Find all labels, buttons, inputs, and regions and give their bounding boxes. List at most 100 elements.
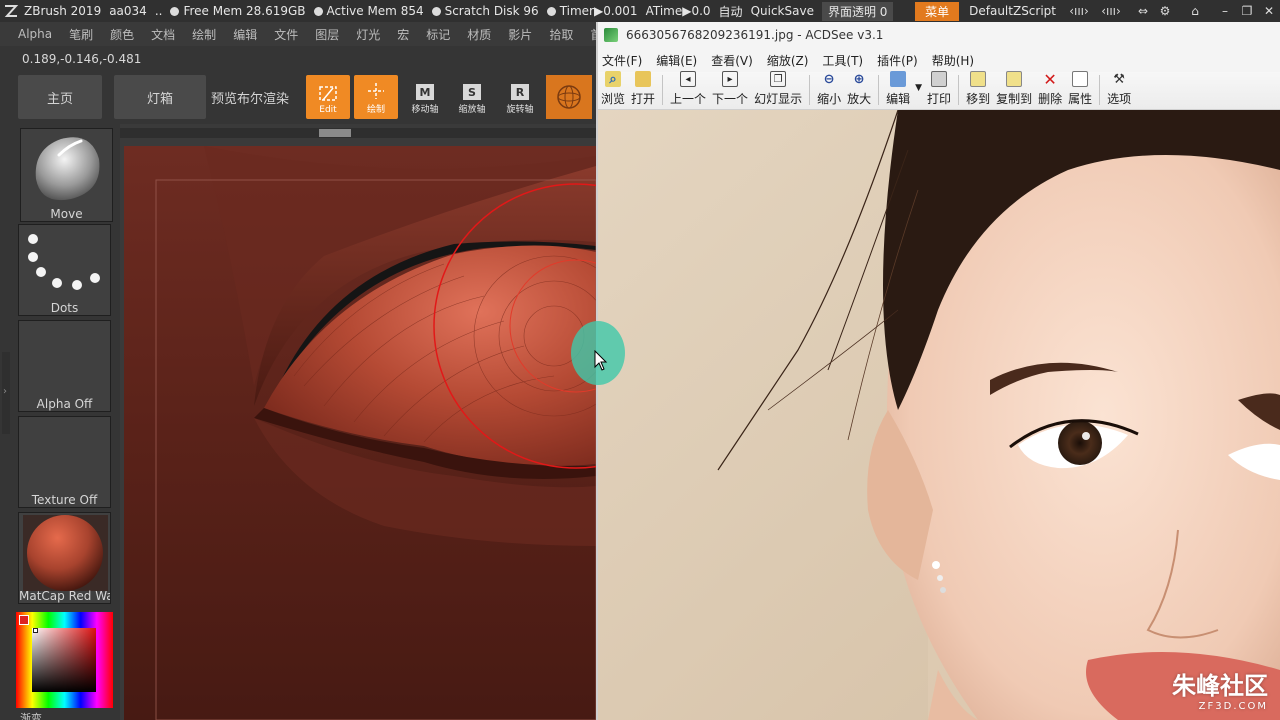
menu-picker[interactable]: 拾取 xyxy=(549,26,573,43)
next-button[interactable]: ▸ 下一个 xyxy=(709,71,751,109)
lightbox-button[interactable]: 灯箱 xyxy=(114,75,206,119)
menu-edit[interactable]: 编辑 xyxy=(233,26,257,43)
zbrush-logo-icon xyxy=(4,5,19,17)
color-picker[interactable] xyxy=(16,612,113,708)
zoom-in-icon: ⊕ xyxy=(853,71,865,87)
lock-icon[interactable]: ⌂ xyxy=(1184,4,1206,18)
doc-name: aa034 xyxy=(109,4,147,18)
stroke-selector[interactable]: Dots xyxy=(18,224,111,316)
acd-menu-tools[interactable]: 工具(T) xyxy=(822,52,863,69)
prev-button[interactable]: ◂ 上一个 xyxy=(667,71,709,109)
swap-icon[interactable]: ⇔ xyxy=(1132,4,1154,18)
sphere-button[interactable] xyxy=(546,75,592,119)
material-label: MatCap Red Wax xyxy=(19,589,110,603)
active-mem: Active Mem 854 xyxy=(313,4,424,18)
menu-macro[interactable]: 宏 xyxy=(397,26,409,43)
copy-to-icon xyxy=(1006,71,1023,87)
restore-icon[interactable]: ❐ xyxy=(1236,4,1258,18)
zbrush-toolbar: 主页 灯箱 预览布尔渲染 Edit 绘制 M 移动轴 S 缩放轴 R 旋转轴 xyxy=(0,72,600,124)
options-icon: ⚒ xyxy=(1113,71,1125,87)
scrollbar-thumb[interactable] xyxy=(319,129,351,137)
rotate-gizmo-button[interactable]: R 旋转轴 xyxy=(500,78,540,118)
brush-label: Move xyxy=(50,207,83,221)
menu-file[interactable]: 文件 xyxy=(274,26,298,43)
acd-menu-zoom[interactable]: 缩放(Z) xyxy=(767,52,809,69)
mouse-pointer-icon xyxy=(594,350,608,371)
default-zscript-button[interactable]: DefaultZScript xyxy=(969,4,1056,18)
rotate-icon: R xyxy=(511,84,529,100)
edit-mode-button[interactable]: Edit xyxy=(306,75,350,119)
zbrush-left-tray: Move Dots Alpha Off Texture Off MatCap R… xyxy=(0,124,120,720)
ui-transparency-slider[interactable]: 界面透明 0 xyxy=(821,1,894,21)
browse-icon: ⌕ xyxy=(605,71,621,87)
acd-menu-edit[interactable]: 编辑(E) xyxy=(656,52,697,69)
document-view[interactable] xyxy=(124,146,596,720)
zoom-out-icon: ⊖ xyxy=(823,71,835,87)
zbrush-canvas[interactable] xyxy=(120,124,596,720)
minimize-icon[interactable]: – xyxy=(1214,4,1236,18)
menu-marker[interactable]: 标记 xyxy=(426,26,450,43)
delete-button[interactable]: ✕ 删除 xyxy=(1035,70,1065,109)
acd-menu-plugins[interactable]: 插件(P) xyxy=(877,52,918,69)
slideshow-button[interactable]: ❐ 幻灯显示 xyxy=(751,71,805,109)
acd-menu-view[interactable]: 查看(V) xyxy=(711,52,753,69)
matcap-sphere-icon xyxy=(23,515,108,591)
brush-selector[interactable]: Move xyxy=(20,128,113,222)
arrow-left-icon: ◂ xyxy=(680,71,697,87)
arrow-right-icon: ▸ xyxy=(722,71,739,87)
material-selector[interactable]: MatCap Red Wax xyxy=(18,512,111,604)
options-button[interactable]: ⚒ 选项 xyxy=(1104,71,1134,109)
zbrush-title-bar: ZBrush 2019 aa034 .. Free Mem 28.619GB A… xyxy=(0,0,1280,22)
acd-menu-help[interactable]: 帮助(H) xyxy=(932,52,974,69)
layout-alt-icon[interactable]: ‹ııı› xyxy=(1100,4,1122,18)
canvas-scrollbar[interactable] xyxy=(120,128,596,138)
menu-toggle-button[interactable]: 菜单 xyxy=(915,1,960,21)
quicksave-button[interactable]: QuickSave xyxy=(751,4,814,18)
dot-icon xyxy=(431,7,441,16)
close-icon[interactable]: ✕ xyxy=(1258,4,1280,18)
color-cursor xyxy=(33,628,38,633)
menu-document[interactable]: 文档 xyxy=(151,26,175,43)
zoom-out-button[interactable]: ⊖ 缩小 xyxy=(814,71,844,109)
acdsee-image-view[interactable]: 朱峰社区 ZF3D.COM xyxy=(598,110,1280,720)
print-button[interactable]: 打印 xyxy=(924,71,954,109)
move-to-button[interactable]: 移到 xyxy=(963,71,993,109)
tray-collapse-handle[interactable]: › xyxy=(2,352,10,434)
sphere-icon xyxy=(557,85,581,109)
menu-alpha[interactable]: Alpha xyxy=(18,27,52,41)
open-button[interactable]: 打开 xyxy=(628,71,658,109)
settings-icon[interactable]: ⚙ xyxy=(1154,4,1176,18)
alpha-selector[interactable]: Alpha Off xyxy=(18,320,111,412)
menu-movie[interactable]: 影片 xyxy=(508,26,532,43)
menu-material[interactable]: 材质 xyxy=(467,26,491,43)
scale-icon: S xyxy=(463,84,481,100)
sculpt-render xyxy=(124,146,596,720)
dots-stroke-icon xyxy=(28,234,100,290)
move-gizmo-button[interactable]: M 移动轴 xyxy=(405,78,445,118)
acdsee-toolbar: ⌕ 浏览 打开 ◂ 上一个 ▸ 下一个 ❐ 幻灯显示 ⊖ 缩小 ⊕ 放大 编辑 ▼ 打印 移… xyxy=(598,70,1280,110)
acdsee-title-bar: 6663056768209236191.jpg - ACDSee v3.1 xyxy=(598,22,1280,48)
menu-brush[interactable]: 笔刷 xyxy=(69,26,93,43)
bpr-button[interactable]: 预览布尔渲染 xyxy=(208,75,292,119)
menu-layer[interactable]: 图层 xyxy=(315,26,339,43)
main-color-swatch[interactable] xyxy=(19,615,29,625)
copy-to-button[interactable]: 复制到 xyxy=(993,71,1035,109)
edit-button[interactable]: 编辑 xyxy=(883,71,913,109)
menu-light[interactable]: 灯光 xyxy=(356,26,380,43)
saturation-value-square[interactable] xyxy=(32,628,96,692)
acd-menu-file[interactable]: 文件(F) xyxy=(602,52,642,69)
browse-button[interactable]: ⌕ 浏览 xyxy=(598,71,628,109)
atime: ATime▶0.0 xyxy=(645,4,711,18)
scale-gizmo-button[interactable]: S 缩放轴 xyxy=(452,78,492,118)
layout-icon[interactable]: ‹ııı› xyxy=(1068,4,1090,18)
watermark: 朱峰社区 ZF3D.COM xyxy=(1172,666,1268,712)
draw-mode-button[interactable]: 绘制 xyxy=(354,75,398,119)
menu-color[interactable]: 颜色 xyxy=(110,26,134,43)
menu-draw[interactable]: 绘制 xyxy=(192,26,216,43)
texture-selector[interactable]: Texture Off xyxy=(18,416,111,508)
home-button[interactable]: 主页 xyxy=(18,75,102,119)
edit-dropdown-icon[interactable]: ▼ xyxy=(915,83,922,93)
properties-button[interactable]: 属性 xyxy=(1065,71,1095,109)
zoom-in-button[interactable]: ⊕ 放大 xyxy=(844,71,874,109)
folder-icon xyxy=(635,71,652,87)
